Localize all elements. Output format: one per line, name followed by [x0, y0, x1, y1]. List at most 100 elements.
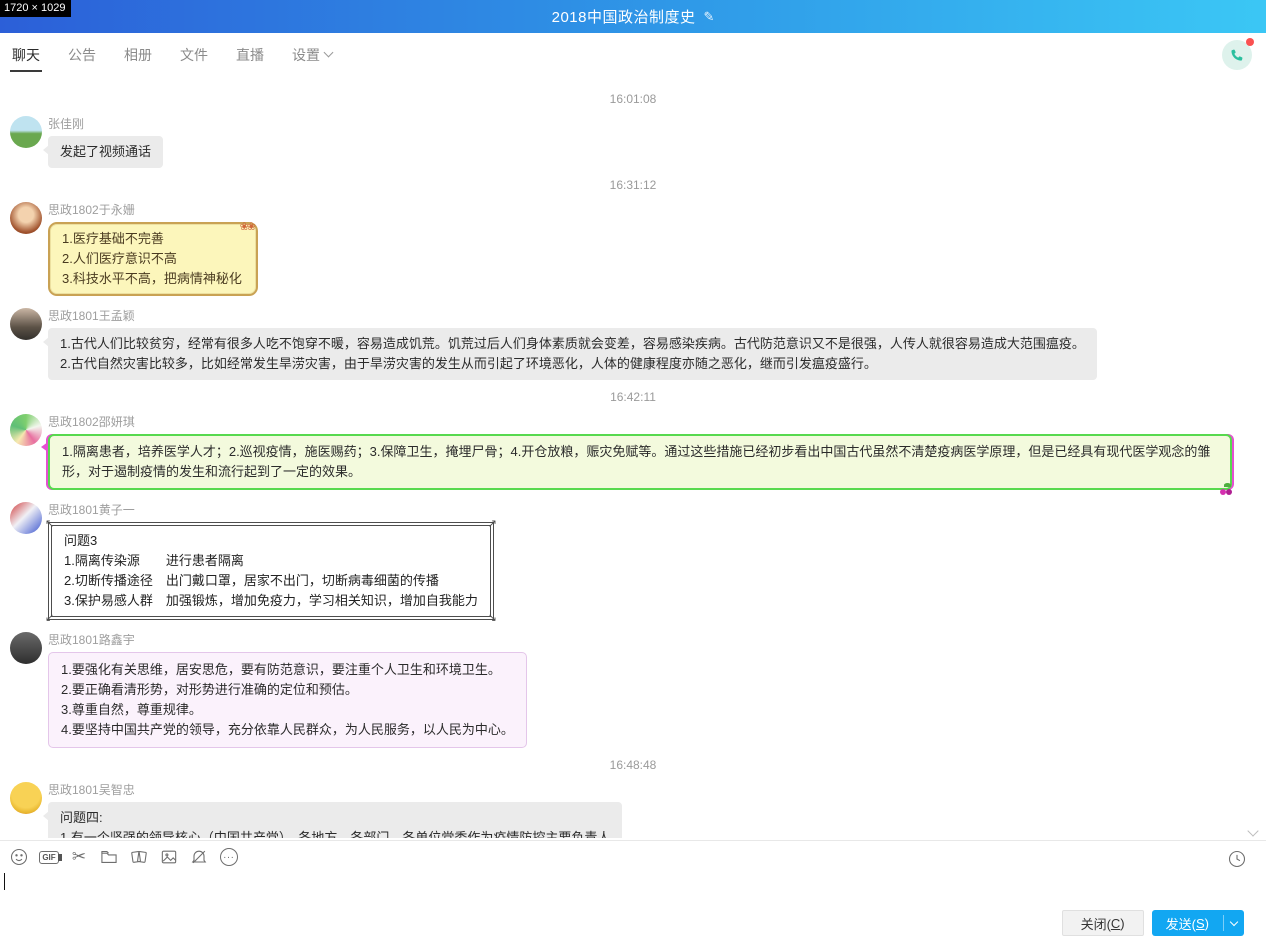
- composer-toolbar: GIF ✂ ...: [0, 841, 1266, 871]
- screenshot-icon[interactable]: ✂: [64, 845, 94, 869]
- shake-window-icon[interactable]: [124, 845, 154, 869]
- message-line: 4.要坚持中国共产党的领导，充分依靠人民群众，为人民服务，以人民为中心。: [61, 720, 514, 740]
- tab-files[interactable]: 文件: [178, 33, 210, 76]
- action-buttons: 关闭(C) 发送(S): [1062, 910, 1244, 936]
- message-line: 2.切断传播途径 出门戴口罩，居家不出门，切断病毒细菌的传播: [64, 571, 478, 591]
- flower-ornament-icon: ❀❀: [240, 217, 254, 237]
- message-line: 3.尊重自然，尊重规律。: [61, 700, 514, 720]
- message-bubble: 发起了视频通话: [48, 136, 163, 168]
- sender-name: 思政1802于永姗: [48, 201, 258, 218]
- send-options-dropdown[interactable]: [1224, 910, 1244, 936]
- tab-settings-label: 设置: [292, 45, 320, 65]
- avatar[interactable]: [10, 414, 42, 446]
- send-label-wrap: 发送(S): [1152, 910, 1223, 936]
- image-icon[interactable]: [154, 845, 184, 869]
- timestamp: 16:48:48: [0, 758, 1266, 772]
- chevron-down-icon: [1230, 917, 1238, 925]
- sender-name: 思政1801吴智忠: [48, 781, 622, 798]
- message-bubble: 问题四: 1.有一个坚强的领导核心（中国共产党），各地方、各部门、各单位党委作为…: [48, 802, 622, 838]
- message-line: 问题四:: [60, 808, 610, 828]
- message-line: 1.要强化有关思维，居安思危，要有防范意识，要注重个人卫生和环境卫生。: [61, 660, 514, 680]
- avatar[interactable]: [10, 308, 42, 340]
- tab-live[interactable]: 直播: [234, 33, 266, 76]
- close-label: 关闭(: [1081, 914, 1111, 933]
- message-bubble: 1.古代人们比较贫穷，经常有很多人吃不饱穿不暖，容易造成饥荒。饥荒过后人们身体素…: [48, 328, 1097, 380]
- more-icon[interactable]: ...: [214, 845, 244, 869]
- tab-announcement[interactable]: 公告: [66, 33, 98, 76]
- timestamp: 16:31:12: [0, 178, 1266, 192]
- tab-album-label: 相册: [124, 45, 152, 65]
- corner-arrow-icon: ↙: [45, 613, 54, 623]
- sender-name: 思政1801黄子一: [48, 501, 494, 518]
- send-label-suffix: ): [1205, 916, 1209, 931]
- sender-name: 张佳刚: [48, 115, 163, 132]
- viewport-size-badge: 1720 × 1029: [0, 0, 71, 17]
- avatar[interactable]: [10, 116, 42, 148]
- message-bubble-boxed: ↖ ↗ ↙ ↘ 问题3 1.隔离传染源 进行患者隔离 2.切断传播途径 出门戴口…: [48, 522, 494, 620]
- emoji-icon[interactable]: [4, 845, 34, 869]
- corner-arrow-icon: ↖: [45, 519, 54, 529]
- avatar[interactable]: [10, 782, 42, 814]
- gif-icon[interactable]: GIF: [34, 845, 64, 869]
- message-row: 思政1802邵妍琪 1.隔离患者，培养医学人才；2.巡视疫情，施医赐药；3.保障…: [0, 412, 1266, 490]
- message-input[interactable]: [0, 871, 1266, 913]
- tab-chat[interactable]: 聊天: [10, 33, 42, 76]
- title-bar: 2018中国政治制度史 ✎: [0, 0, 1266, 33]
- message-row: 思政1801王孟颖 1.古代人们比较贫穷，经常有很多人吃不饱穿不暖，容易造成饥荒…: [0, 306, 1266, 380]
- send-button[interactable]: 发送(S): [1152, 910, 1244, 936]
- tab-album[interactable]: 相册: [122, 33, 154, 76]
- close-button[interactable]: 关闭(C): [1062, 910, 1144, 936]
- avatar[interactable]: [10, 502, 42, 534]
- send-label: 发送(: [1166, 914, 1196, 933]
- tab-announcement-label: 公告: [68, 45, 96, 65]
- message-line: 1.隔离传染源 进行患者隔离: [64, 551, 478, 571]
- corner-arrow-icon: ↗: [488, 519, 497, 529]
- edit-title-icon[interactable]: ✎: [703, 9, 714, 25]
- message-bubble-purple: 1.要强化有关思维，居安思危，要有防范意识，要注重个人卫生和环境卫生。 2.要正…: [48, 652, 527, 748]
- message-line: 1.古代人们比较贫穷，经常有很多人吃不饱穿不暖，容易造成饥荒。饥荒过后人们身体素…: [60, 334, 1085, 354]
- call-notification-badge: [1246, 38, 1254, 46]
- close-key: C: [1111, 916, 1120, 931]
- tab-settings[interactable]: 设置: [290, 33, 334, 76]
- message-line: 问题3: [64, 531, 478, 551]
- message-row: 思政1801吴智忠 问题四: 1.有一个坚强的领导核心（中国共产党），各地方、各…: [0, 780, 1266, 838]
- close-label-suffix: ): [1120, 916, 1124, 931]
- collapse-panel-icon[interactable]: [1248, 826, 1258, 836]
- avatar[interactable]: [10, 202, 42, 234]
- message-row: 思政1801黄子一 ↖ ↗ ↙ ↘ 问题3 1.隔离传染源 进行患者隔离 2.切…: [0, 500, 1266, 620]
- group-chat-window: 2018中国政治制度史 ✎ 1720 × 1029 聊天 公告 相册 文件 直播…: [0, 0, 1266, 945]
- chevron-down-icon: [324, 48, 334, 58]
- timestamp: 16:01:08: [0, 92, 1266, 106]
- history-clock-icon[interactable]: [1222, 847, 1252, 871]
- timestamp: 16:42:11: [0, 390, 1266, 404]
- message-line: 1.隔离患者，培养医学人才；2.巡视疫情，施医赐药；3.保障卫生，掩埋尸骨；4.…: [62, 442, 1218, 482]
- message-line: 3.保护易感人群 加强锻炼，增加免疫力，学习相关知识，增加自我能力: [64, 591, 478, 611]
- tab-files-label: 文件: [180, 45, 208, 65]
- corner-arrow-icon: ↘: [488, 613, 497, 623]
- message-feed[interactable]: 16:01:08 张佳刚 发起了视频通话 16:31:12 思政1802于永姗 …: [0, 76, 1266, 838]
- message-line: 1.医疗基础不完善: [62, 229, 244, 249]
- sender-name: 思政1802邵妍琪: [48, 413, 1232, 430]
- folder-icon[interactable]: [94, 845, 124, 869]
- message-bubble-yellow-note: ❀❀ 1.医疗基础不完善 2.人们医疗意识不高 3.科技水平不高，把病情神秘化: [48, 222, 258, 296]
- bell-mute-icon[interactable]: [184, 845, 214, 869]
- phone-icon: [1229, 47, 1245, 63]
- tab-live-label: 直播: [236, 45, 264, 65]
- avatar[interactable]: [10, 632, 42, 664]
- composer-panel: GIF ✂ ... 关闭(C): [0, 840, 1266, 945]
- sender-name: 思政1801路鑫宇: [48, 631, 527, 648]
- message-line: 2.古代自然灾害比较多，比如经常发生旱涝灾害，由于旱涝灾害的发生从而引起了环境恶…: [60, 354, 1085, 374]
- message-line: 3.科技水平不高，把病情神秘化: [62, 269, 244, 289]
- message-bubble-green: 1.隔离患者，培养医学人才；2.巡视疫情，施医赐药；3.保障卫生，掩埋尸骨；4.…: [48, 434, 1232, 490]
- message-row: 思政1801路鑫宇 1.要强化有关思维，居安思危，要有防范意识，要注重个人卫生和…: [0, 630, 1266, 748]
- gif-label: GIF: [39, 851, 58, 864]
- message-line: 2.人们医疗意识不高: [62, 249, 244, 269]
- message-line: 发起了视频通话: [60, 142, 151, 162]
- group-title: 2018中国政治制度史: [552, 6, 696, 27]
- message-row: 张佳刚 发起了视频通话: [0, 114, 1266, 168]
- sender-name: 思政1801王孟颖: [48, 307, 1097, 324]
- message-row: 思政1802于永姗 ❀❀ 1.医疗基础不完善 2.人们医疗意识不高 3.科技水平…: [0, 200, 1266, 296]
- message-line: 1.有一个坚强的领导核心（中国共产党），各地方、各部门、各单位党委作为疫情防控主…: [60, 828, 610, 838]
- send-key: S: [1196, 916, 1205, 931]
- tab-chat-label: 聊天: [12, 45, 40, 65]
